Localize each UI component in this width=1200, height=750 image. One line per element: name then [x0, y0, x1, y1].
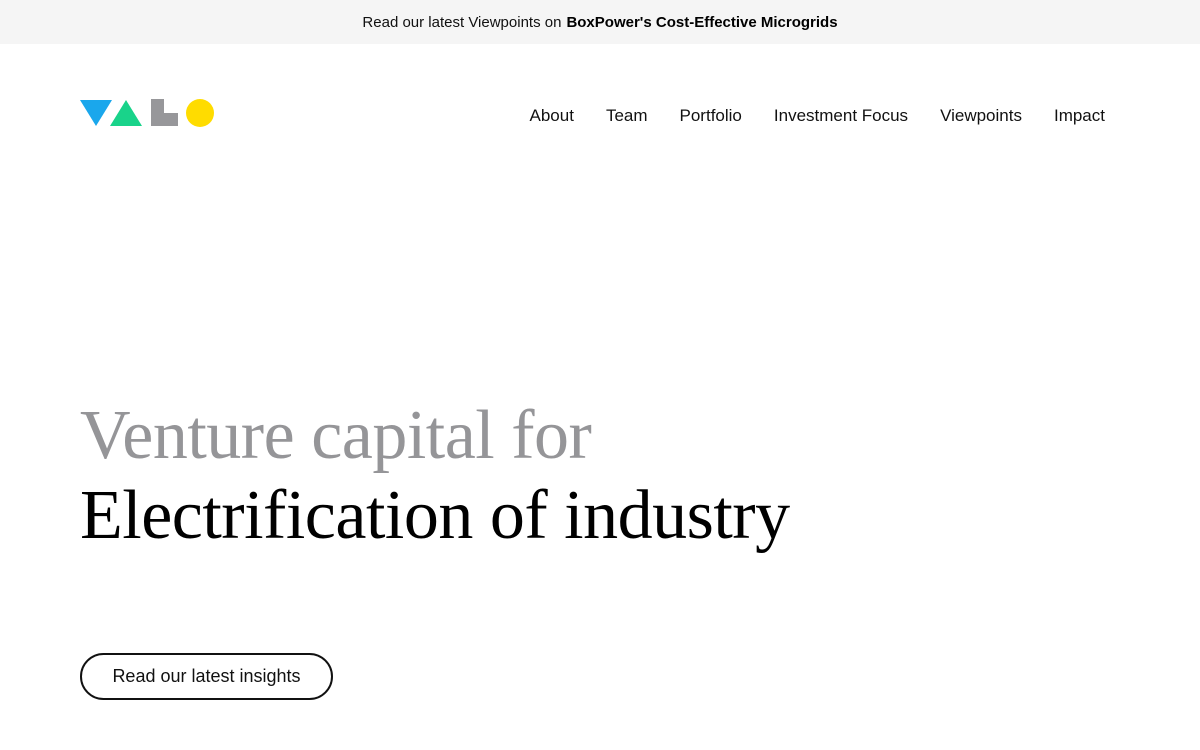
nav-item-investment-focus[interactable]: Investment Focus [774, 103, 908, 129]
hero-line-2: Electrification of industry [80, 477, 790, 554]
logo-a-triangle-icon [110, 100, 142, 126]
read-insights-button[interactable]: Read our latest insights [80, 653, 333, 700]
nav-item-portfolio[interactable]: Portfolio [680, 103, 742, 129]
main-nav: About Team Portfolio Investment Focus Vi… [498, 103, 1106, 129]
announcement-link[interactable]: BoxPower's Cost-Effective Microgrids [566, 14, 837, 31]
hero-headline: Venture capital for Electrification of i… [80, 396, 790, 556]
announcement-bar: Read our latest Viewpoints on BoxPower's… [0, 0, 1200, 44]
logo-v-triangle-icon [80, 100, 112, 126]
nav-item-team[interactable]: Team [606, 103, 648, 129]
nav-item-impact[interactable]: Impact [1054, 103, 1105, 129]
hero-line-1: Venture capital for [80, 397, 592, 474]
logo-l-shape-icon [151, 99, 178, 126]
logo-o-circle-icon [186, 99, 214, 127]
nav-item-about[interactable]: About [530, 103, 574, 129]
nav-item-viewpoints[interactable]: Viewpoints [940, 103, 1022, 129]
announcement-text: Read our latest Viewpoints on [362, 13, 562, 31]
valo-logo[interactable] [80, 98, 216, 128]
